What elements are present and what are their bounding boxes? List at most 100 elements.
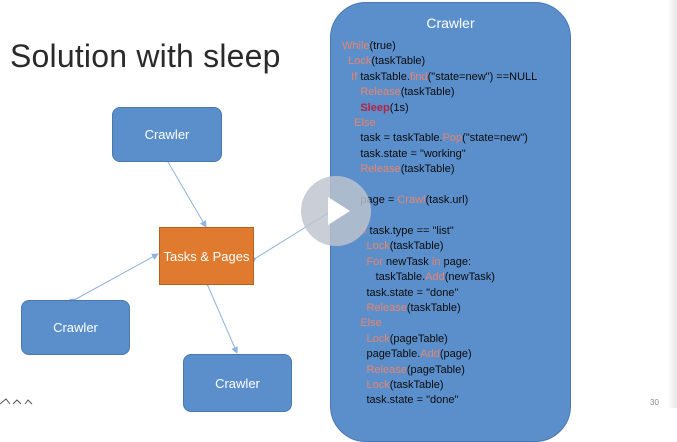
slide-edge-mark	[0, 398, 33, 405]
code-sleep-token: Sleep	[360, 101, 390, 114]
link-left-crawler	[69, 253, 159, 305]
link-bottom-crawler	[202, 279, 238, 354]
code-line: Else	[342, 116, 537, 131]
code-line: If taskTable.find("state=new") ==NULL	[342, 70, 537, 85]
code-line: pageTable.Add(page)	[342, 347, 537, 362]
code-text: (1s)	[389, 101, 409, 114]
code-keyword: Lock	[366, 332, 390, 345]
code-text: task = taskTable.	[360, 132, 443, 145]
code-text: (taskTable)	[371, 55, 426, 68]
code-line: Lock(taskTable)	[342, 239, 537, 254]
code-keyword: Add	[420, 348, 440, 361]
code-keyword: Pop	[442, 132, 463, 145]
code-line: Sleep(1s)	[342, 101, 537, 116]
crawler-node-bottom-label: Crawler	[215, 375, 260, 391]
crawler-node-top-label: Crawler	[144, 127, 190, 142]
code-line: Else	[342, 316, 537, 331]
crawler-node-bottom: Crawler	[183, 354, 292, 412]
code-text: (pageTable)	[406, 363, 465, 376]
code-text: (taskTable)	[389, 378, 444, 391]
code-text: page:	[440, 255, 472, 268]
code-text: ("state=new") ==NULL	[427, 70, 538, 83]
code-line: Release(taskTable)	[342, 85, 537, 100]
code-text: ("state=new")	[462, 132, 528, 145]
code-line	[342, 208, 537, 223]
code-text: (taskTable)	[389, 240, 444, 253]
code-line: Lock(pageTable)	[342, 332, 537, 347]
code-text: (newTask)	[444, 271, 495, 284]
code-text: (page)	[439, 348, 472, 361]
code-text: task.state = "done"	[366, 286, 459, 299]
code-text: newTask	[382, 255, 432, 268]
code-text: (taskTable)	[406, 301, 461, 314]
code-line: taskTable.Add(newTask)	[342, 270, 537, 285]
code-line: Release(taskTable)	[342, 301, 537, 316]
code-text: pageTable.	[366, 348, 421, 361]
link-top-crawler	[161, 155, 207, 228]
code-keyword: While	[342, 40, 370, 52]
code-line: Lock(taskTable)	[342, 378, 537, 393]
code-keyword: Release	[360, 163, 401, 176]
code-line: task.state = "working"	[342, 147, 537, 162]
code-text: task.state = "working"	[360, 147, 466, 160]
code-text: taskTable.	[375, 271, 426, 284]
code-text: (true)	[369, 40, 396, 52]
code-keyword: Add	[425, 271, 445, 284]
code-line: task = taskTable.Pop("state=new")	[342, 131, 537, 146]
code-text: (taskTable)	[400, 163, 455, 176]
play-icon	[328, 197, 350, 225]
code-line: Release(taskTable)	[342, 162, 537, 177]
code-keyword: Lock	[366, 378, 390, 391]
code-keyword: Lock	[366, 240, 390, 253]
crawler-node-left: Crawler	[21, 300, 130, 355]
window-right-edge	[667, 0, 677, 408]
tasks-pages-label: Tasks & Pages	[163, 248, 250, 264]
code-keyword: Lock	[348, 55, 372, 68]
slide-number: 30	[650, 398, 659, 407]
code-keyword: For	[366, 255, 383, 268]
code-keyword: Release	[360, 86, 401, 99]
pseudocode-block: While(true) Lock(taskTable) If taskTable…	[342, 39, 537, 409]
crawler-node-left-label: Crawler	[53, 320, 98, 335]
code-text: task.type == "list"	[366, 224, 454, 237]
tasks-pages-node: Tasks & Pages	[159, 227, 254, 285]
code-text: taskTable.	[357, 70, 410, 83]
code-line: task.state = "done"	[342, 286, 537, 301]
code-keyword: Crawl	[397, 194, 426, 207]
panel-title: Crawler	[426, 15, 475, 31]
code-line: page = Crawl(task.url)	[342, 193, 537, 208]
code-text: task.state = "done"	[366, 394, 459, 407]
code-line: Lock(taskTable)	[342, 54, 537, 69]
code-line	[342, 178, 537, 193]
code-line: While(true)	[342, 39, 537, 54]
crawler-node-top: Crawler	[112, 107, 222, 162]
play-button[interactable]	[301, 176, 371, 246]
code-keyword: Release	[366, 363, 407, 376]
code-line: If task.type == "list"	[342, 224, 537, 239]
code-line: For newTask in page:	[342, 255, 537, 270]
code-keyword: Else	[354, 117, 376, 130]
code-line: task.state = "done"	[342, 393, 537, 408]
code-keyword: find	[409, 70, 428, 83]
code-line: Release(pageTable)	[342, 363, 537, 378]
code-text: (task.url)	[425, 194, 469, 207]
code-keyword: Else	[360, 317, 382, 330]
code-keyword: Release	[366, 301, 407, 314]
